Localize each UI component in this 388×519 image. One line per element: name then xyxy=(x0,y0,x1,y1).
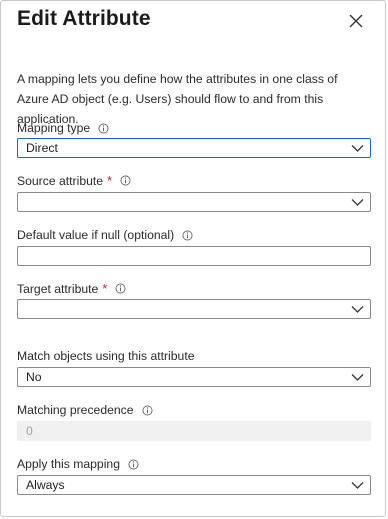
default-value-label-text: Default value if null (optional) xyxy=(17,228,175,242)
chevron-down-icon xyxy=(351,374,364,381)
edit-attribute-panel: Edit Attribute A mapping lets you define… xyxy=(0,0,386,517)
panel-title: Edit Attribute xyxy=(17,7,151,30)
info-icon[interactable] xyxy=(142,405,153,416)
matching-precedence-label: Matching precedence xyxy=(17,403,153,417)
source-attribute-dropdown[interactable] xyxy=(17,192,371,212)
apply-mapping-label-text: Apply this mapping xyxy=(17,457,120,471)
apply-mapping-label: Apply this mapping xyxy=(17,457,139,471)
mapping-type-value: Direct xyxy=(26,141,58,155)
chevron-down-icon xyxy=(351,199,364,206)
chevron-down-icon xyxy=(351,145,364,152)
default-value-input[interactable] xyxy=(17,246,371,266)
chevron-down-icon xyxy=(351,482,364,489)
mapping-type-dropdown[interactable]: Direct xyxy=(17,138,371,158)
matching-precedence-input: 0 xyxy=(17,421,371,441)
apply-mapping-dropdown[interactable]: Always xyxy=(17,475,371,495)
match-objects-label: Match objects using this attribute xyxy=(17,349,195,363)
match-objects-value: No xyxy=(26,370,42,384)
panel-description: A mapping lets you define how the attrib… xyxy=(17,72,338,126)
default-value-label: Default value if null (optional) xyxy=(17,228,193,242)
info-icon[interactable] xyxy=(128,459,139,470)
target-attribute-label-text: Target attribute xyxy=(17,281,99,296)
source-attribute-label-text: Source attribute xyxy=(17,173,104,188)
chevron-down-icon xyxy=(351,306,364,313)
apply-mapping-value: Always xyxy=(26,478,65,492)
close-icon[interactable] xyxy=(346,11,366,31)
match-objects-label-text: Match objects using this attribute xyxy=(17,349,195,363)
match-objects-dropdown[interactable]: No xyxy=(17,367,371,387)
mapping-type-label: Mapping type xyxy=(17,121,109,135)
matching-precedence-label-text: Matching precedence xyxy=(17,403,134,417)
info-icon[interactable] xyxy=(182,230,193,241)
mapping-type-label-text: Mapping type xyxy=(17,121,91,135)
matching-precedence-value: 0 xyxy=(26,424,33,438)
info-icon[interactable] xyxy=(98,123,109,134)
source-attribute-label: Source attribute * xyxy=(17,173,131,188)
required-mark: * xyxy=(107,173,113,188)
required-mark: * xyxy=(102,281,108,296)
target-attribute-dropdown[interactable] xyxy=(17,299,371,319)
info-icon[interactable] xyxy=(115,283,126,294)
info-icon[interactable] xyxy=(120,175,131,186)
target-attribute-label: Target attribute * xyxy=(17,281,126,296)
